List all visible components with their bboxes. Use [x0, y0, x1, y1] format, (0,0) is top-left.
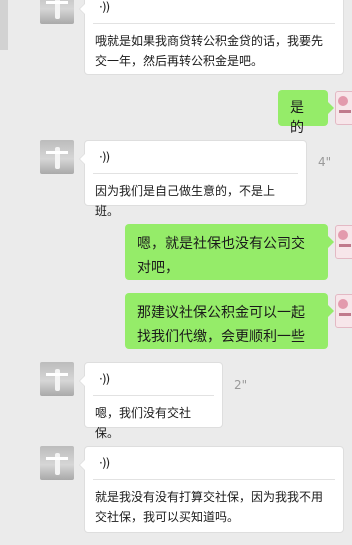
message-text: 嗯，就是社保也没有公司交对吧， [137, 236, 305, 276]
voice-transcript: 就是我没有没有打算交社保，因为我我不用交社保，我可以买知道吗。 [95, 490, 324, 524]
voice-message-bubble[interactable]: ·)) 因为我们是自己做生意的，不是上班。 [79, 140, 307, 218]
voice-message-bubble[interactable]: ·)) 哦就是如果我商贷转公积金贷的话，我要先交一年，然后再转公积金是吧。 [79, 0, 344, 75]
my-avatar[interactable] [335, 225, 352, 259]
message-text: 那建议社保公积金可以一起找我们代缴，会更顺利一些 [137, 305, 305, 345]
text-message-bubble[interactable]: 是的 [278, 90, 334, 136]
bubble-divider [93, 395, 214, 396]
bubble-divider [93, 479, 335, 480]
scrollbar[interactable] [0, 0, 8, 50]
text-message-bubble[interactable]: 嗯，就是社保也没有公司交对吧， [125, 224, 334, 280]
voice-transcript: 因为我们是自己做生意的，不是上班。 [95, 184, 276, 218]
voice-message-bubble[interactable]: ·)) 就是我没有没有打算交社保，因为我我不用交社保，我可以买知道吗。 [79, 446, 344, 533]
contact-avatar[interactable] [40, 0, 74, 24]
my-avatar[interactable] [335, 294, 352, 328]
voice-wave-icon[interactable]: ·)) [99, 0, 110, 14]
voice-wave-icon[interactable]: ·)) [99, 456, 110, 470]
voice-wave-icon[interactable]: ·)) [99, 372, 110, 386]
contact-avatar[interactable] [40, 362, 74, 396]
voice-wave-icon[interactable]: ·)) [99, 150, 110, 164]
voice-transcript: 嗯，我们没有交社保。 [95, 406, 192, 440]
voice-duration: 4" [318, 155, 332, 169]
bubble-divider [93, 23, 335, 24]
bubble-divider [93, 173, 298, 174]
text-message-bubble[interactable]: 那建议社保公积金可以一起找我们代缴，会更顺利一些 [125, 293, 334, 349]
voice-transcript: 哦就是如果我商贷转公积金贷的话，我要先交一年，然后再转公积金是吧。 [95, 34, 324, 68]
chat-window: ·)) 哦就是如果我商贷转公积金贷的话，我要先交一年，然后再转公积金是吧。 是的… [0, 0, 352, 545]
contact-avatar[interactable] [40, 140, 74, 174]
contact-avatar[interactable] [40, 446, 74, 480]
voice-message-bubble[interactable]: ·)) 嗯，我们没有交社保。 [79, 362, 223, 440]
my-avatar[interactable] [335, 91, 352, 125]
message-text: 是的 [290, 100, 304, 136]
voice-duration: 2" [234, 378, 248, 392]
